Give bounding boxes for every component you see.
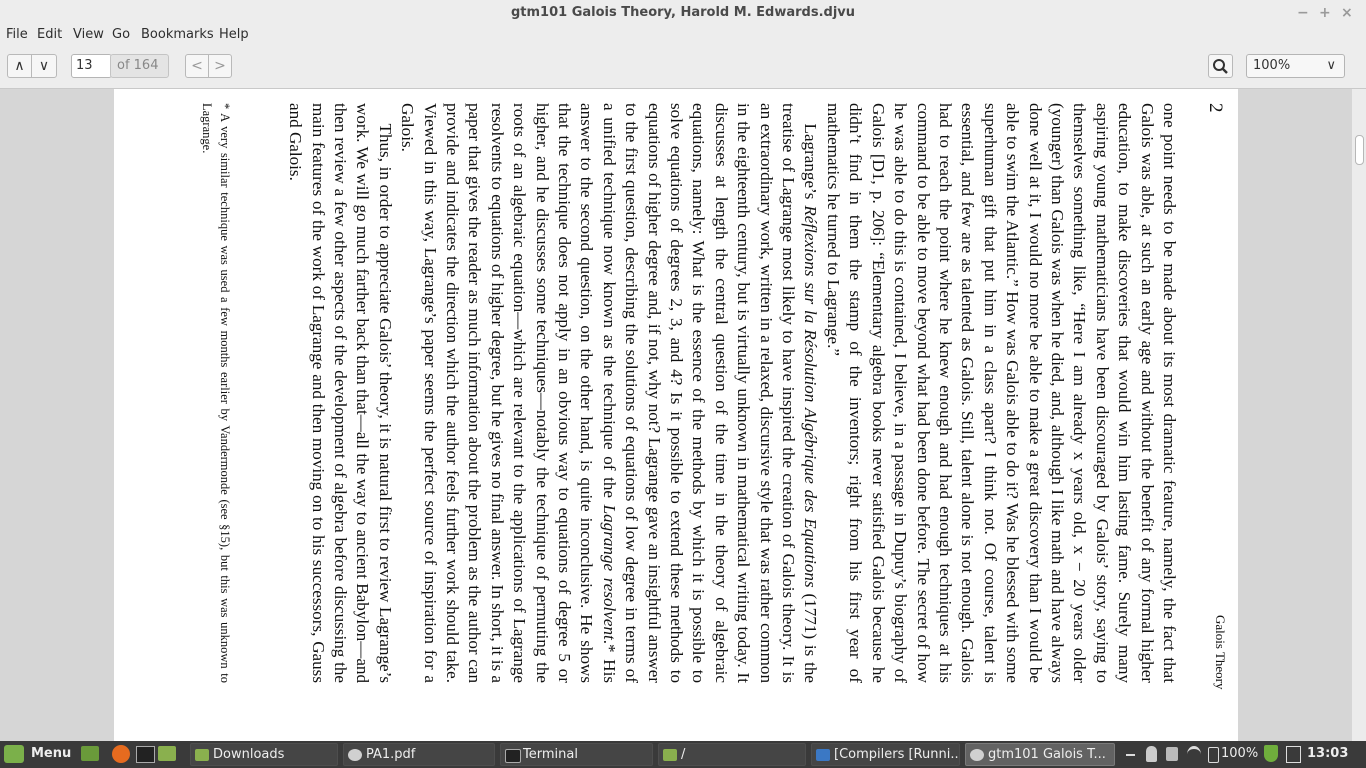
document-viewer-icon xyxy=(348,749,362,761)
user-icon[interactable] xyxy=(1146,746,1157,762)
task-root-folder[interactable]: / xyxy=(658,743,806,766)
document-viewer-icon xyxy=(970,749,984,761)
menu-view[interactable]: View xyxy=(73,27,104,42)
running-head: Galois Theory xyxy=(1213,615,1228,690)
mint-logo-icon xyxy=(4,745,24,763)
document-page: 2 Galois Theory one point needs to be ma… xyxy=(114,89,1238,741)
window-title: gtm101 Galois Theory, Harold M. Edwards.… xyxy=(510,5,856,20)
footnote: * A very similar technique was used a fe… xyxy=(200,103,232,683)
history-back-button[interactable]: < xyxy=(185,54,209,78)
start-menu-button[interactable]: Menu xyxy=(31,746,71,761)
page-number: 2 xyxy=(1205,103,1226,113)
show-desktop-icon[interactable] xyxy=(81,746,99,761)
zoom-value: 100% xyxy=(1253,58,1291,73)
page-number-input[interactable]: 13 xyxy=(71,54,112,78)
update-manager-icon[interactable] xyxy=(1264,745,1278,762)
notifications-icon[interactable] xyxy=(1126,754,1135,756)
virtualbox-icon xyxy=(816,749,830,761)
wifi-icon[interactable] xyxy=(1187,746,1201,763)
scrollbar-thumb[interactable] xyxy=(1355,135,1364,165)
battery-icon[interactable] xyxy=(1208,747,1219,763)
chevron-up-icon: ∧ xyxy=(14,58,25,74)
zoom-select[interactable]: 100% ∨ xyxy=(1246,54,1345,78)
paragraph-1: one point needs to be made about its mos… xyxy=(823,103,1179,683)
network-icon[interactable] xyxy=(1166,747,1178,761)
task-terminal[interactable]: Terminal xyxy=(500,743,653,766)
previous-page-button[interactable]: ∧ xyxy=(7,54,32,78)
search-button[interactable] xyxy=(1208,54,1233,78)
chevron-left-icon: < xyxy=(191,58,203,74)
chevron-down-icon: ∨ xyxy=(38,58,50,74)
menu-file[interactable]: File xyxy=(6,27,28,42)
window-titlebar: gtm101 Galois Theory, Harold M. Edwards.… xyxy=(0,0,1366,24)
maximize-button[interactable]: + xyxy=(1319,0,1331,24)
clock[interactable]: 13:03 xyxy=(1307,746,1348,761)
chevron-right-icon: > xyxy=(214,58,226,74)
chevron-down-icon: ∨ xyxy=(1326,58,1336,73)
menu-go[interactable]: Go xyxy=(112,27,130,42)
paragraph-3: Thus, in order to appreciate Galois’ the… xyxy=(286,103,395,683)
terminal-icon xyxy=(505,749,521,763)
toolbar: ∧ ∨ 13 of 164 < > 100% ∨ xyxy=(0,46,1366,89)
page-content-rotated: 2 Galois Theory one point needs to be ma… xyxy=(114,89,1238,729)
menu-bar: File Edit View Go Bookmarks Help xyxy=(0,24,1366,46)
next-page-button[interactable]: ∨ xyxy=(31,54,57,78)
task-downloads[interactable]: Downloads xyxy=(190,743,338,766)
terminal-launcher-icon[interactable] xyxy=(136,746,155,763)
task-galois-theory[interactable]: gtm101 Galois T... xyxy=(965,743,1115,766)
task-virtualbox-compilers[interactable]: [Compilers [Runni... xyxy=(811,743,960,766)
keyboard-layout-icon[interactable] xyxy=(1286,746,1301,763)
folder-icon xyxy=(663,749,677,761)
firefox-icon[interactable] xyxy=(112,745,130,763)
paragraph-2: Lagrange’s Réflexions sur la Résolution … xyxy=(398,103,821,684)
vertical-scrollbar[interactable] xyxy=(1352,89,1366,741)
document-view[interactable]: 2 Galois Theory one point needs to be ma… xyxy=(0,89,1352,741)
page-body: one point needs to be made about its mos… xyxy=(284,103,1180,683)
close-button[interactable]: × xyxy=(1341,0,1353,24)
menu-edit[interactable]: Edit xyxy=(37,27,62,42)
search-icon xyxy=(1213,59,1228,74)
page-total-label: of 164 xyxy=(110,54,169,78)
task-pa1-pdf[interactable]: PA1.pdf xyxy=(343,743,495,766)
minimize-button[interactable]: − xyxy=(1297,0,1309,24)
menu-help[interactable]: Help xyxy=(219,27,249,42)
menu-bookmarks[interactable]: Bookmarks xyxy=(141,27,214,42)
battery-percent: 100% xyxy=(1221,746,1259,761)
files-launcher-icon[interactable] xyxy=(158,746,176,761)
taskbar: Menu Downloads PA1.pdf Terminal / [Compi… xyxy=(0,741,1366,768)
folder-icon xyxy=(195,749,209,761)
history-forward-button[interactable]: > xyxy=(208,54,232,78)
